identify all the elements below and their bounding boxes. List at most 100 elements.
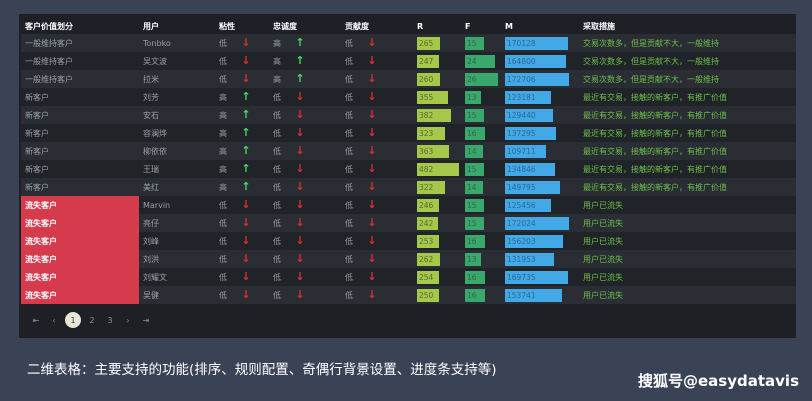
col-header-user[interactable]: 用户 [139, 18, 215, 34]
m-progress-bar: 125456 [505, 198, 551, 212]
table-row[interactable]: 流失客户 刘洪低 ↓ 低 ↓ 低 ↓ 262 13 131953 用户已流失 [21, 250, 796, 268]
arrow-down-icon: ↓ [367, 287, 377, 301]
table-row[interactable]: 流失客户 亮仔低 ↓ 低 ↓ 低 ↓ 242 15 172024 用户已流失 [21, 214, 796, 232]
arrow-down-icon: ↓ [367, 71, 377, 85]
arrow-down-icon: ↓ [367, 233, 377, 247]
arrow-up-icon: ↑ [241, 125, 251, 139]
cell-user: 亮仔 [139, 214, 215, 232]
table-panel: 客户价值划分 用户 粘性 忠诚度 贡献度 R F M 采取措施 一般维持客户 To… [19, 14, 796, 338]
table-row[interactable]: 新客户 刘芳高 ↑ 低 ↓ 低 ↓ 355 13 123181 最近有交易，接触的新客户，有推广价值 [21, 88, 796, 106]
cell-r: 322 [413, 178, 461, 196]
contribution-label: 低 [345, 38, 353, 48]
cell-loyalty: 低 ↓ [269, 232, 341, 250]
r-progress-bar: 242 [417, 216, 438, 230]
r-progress-bar: 246 [417, 198, 439, 212]
cell-m: 129440 [501, 106, 579, 124]
contribution-label: 低 [345, 200, 353, 210]
cell-stickiness: 低 ↓ [215, 250, 269, 268]
contribution-label: 低 [345, 74, 353, 84]
cell-user: 拉米 [139, 70, 215, 88]
last-page-button[interactable]: ⇥ [137, 312, 155, 328]
loyalty-label: 低 [273, 218, 281, 228]
table-row[interactable]: 新客户 王瑞高 ↑ 低 ↓ 低 ↓ 482 15 134846 最近有交易，接触的新客户，有推广价值 [21, 160, 796, 178]
stickiness-label: 低 [219, 74, 227, 84]
cell-user: 容澜烨 [139, 124, 215, 142]
f-progress-bar: 14 [465, 144, 483, 158]
table-row[interactable]: 新客户 安石高 ↑ 低 ↓ 低 ↓ 382 15 129440 最近有交易，接触的新客户，有推广价值 [21, 106, 796, 124]
col-header-m[interactable]: M [501, 18, 579, 34]
cell-action: 用户已流失 [579, 286, 796, 304]
cell-user: 吴健 [139, 286, 215, 304]
table-row[interactable]: 流失客户 刘峰低 ↓ 低 ↓ 低 ↓ 253 16 156203 用户已流失 [21, 232, 796, 250]
cell-user: 刘耀文 [139, 268, 215, 286]
arrow-down-icon: ↓ [241, 215, 251, 229]
cell-stickiness: 高 ↑ [215, 160, 269, 178]
cell-contribution: 低 ↓ [341, 160, 413, 178]
table-row[interactable]: 新客户 柳依依高 ↑ 低 ↓ 低 ↓ 363 14 109711 最近有交易，接触的新客户，有推广价… [21, 142, 796, 160]
col-header-action[interactable]: 采取措施 [579, 18, 796, 34]
m-progress-bar: 149795 [505, 180, 560, 194]
col-header-stickiness[interactable]: 粘性 [215, 18, 269, 34]
cell-m: 131953 [501, 250, 579, 268]
page-button-1[interactable]: 1 [65, 312, 81, 328]
m-progress-bar: 164800 [505, 54, 566, 68]
cell-f: 16 [461, 232, 501, 250]
table-row[interactable]: 新客户 容澜烨高 ↑ 低 ↓ 低 ↓ 323 16 137295 最近有交易，接触的新客户，有推广价… [21, 124, 796, 142]
cell-segment: 流失客户 [21, 250, 139, 268]
cell-m: 169735 [501, 268, 579, 286]
arrow-down-icon: ↓ [295, 215, 305, 229]
col-header-contribution[interactable]: 贡献度 [341, 18, 413, 34]
page-button-2[interactable]: 2 [83, 312, 101, 328]
r-progress-bar: 254 [417, 270, 439, 284]
next-page-button[interactable]: › [119, 312, 137, 328]
cell-user: 柳依依 [139, 142, 215, 160]
cell-contribution: 低 ↓ [341, 250, 413, 268]
first-page-button[interactable]: ⇤ [27, 312, 45, 328]
col-header-loyalty[interactable]: 忠诚度 [269, 18, 341, 34]
m-progress-bar: 129440 [505, 108, 553, 122]
cell-contribution: 低 ↓ [341, 106, 413, 124]
cell-m: 172706 [501, 70, 579, 88]
cell-segment: 流失客户 [21, 214, 139, 232]
cell-action: 用户已流失 [579, 232, 796, 250]
loyalty-label: 低 [273, 146, 281, 156]
cell-f: 15 [461, 106, 501, 124]
cell-r: 254 [413, 268, 461, 286]
cell-r: 247 [413, 52, 461, 70]
page-button-3[interactable]: 3 [101, 312, 119, 328]
cell-action: 交易次数多，但是贡献不大，一般维持 [579, 34, 796, 52]
arrow-down-icon: ↓ [367, 269, 377, 283]
prev-page-button[interactable]: ‹ [45, 312, 63, 328]
arrow-down-icon: ↓ [367, 197, 377, 211]
cell-f: 16 [461, 124, 501, 142]
table-row[interactable]: 一般维持客户 Tonbko 低 ↓ 高 ↑ 低 ↓ 265 15 170128 交易次数多，但是贡献不… [21, 34, 796, 52]
loyalty-label: 低 [273, 182, 281, 192]
loyalty-label: 低 [273, 128, 281, 138]
cell-segment: 一般维持客户 [21, 70, 139, 88]
caption-text: 二维表格：主要支持的功能(排序、规则配置、奇偶行背景设置、进度条支持等) [27, 362, 497, 378]
cell-r: 262 [413, 250, 461, 268]
m-progress-bar: 123181 [505, 90, 551, 104]
cell-f: 13 [461, 88, 501, 106]
table-row[interactable]: 新客户 美红高 ↑ 低 ↓ 低 ↓ 322 14 149795 最近有交易，接触的新客户，有推广价值 [21, 178, 796, 196]
arrow-down-icon: ↓ [241, 233, 251, 247]
cell-m: 172024 [501, 214, 579, 232]
table-row[interactable]: 流失客户 刘耀文低 ↓ 低 ↓ 低 ↓ 254 16 169735 用户已流失 [21, 268, 796, 286]
table-row[interactable]: 一般维持客户 拉米低 ↓ 高 ↑ 低 ↓ 260 26 172706 交易次数多，但是贡献不大，一般… [21, 70, 796, 88]
cell-stickiness: 低 ↓ [215, 52, 269, 70]
f-progress-bar: 16 [465, 288, 485, 302]
cell-action: 最近有交易，接触的新客户，有推广价值 [579, 106, 796, 124]
col-header-r[interactable]: R [413, 18, 461, 34]
table-row[interactable]: 流失客户 吴健低 ↓ 低 ↓ 低 ↓ 250 16 153741 用户已流失 [21, 286, 796, 304]
col-header-f[interactable]: F [461, 18, 501, 34]
f-progress-bar: 13 [465, 252, 481, 266]
col-header-segment[interactable]: 客户价值划分 [21, 18, 139, 34]
arrow-up-icon: ↑ [295, 53, 305, 67]
table-row[interactable]: 流失客户 Marvin 低 ↓ 低 ↓ 低 ↓ 246 15 125456 用户已流失 [21, 196, 796, 214]
cell-stickiness: 低 ↓ [215, 268, 269, 286]
loyalty-label: 高 [273, 38, 281, 48]
r-progress-bar: 322 [417, 180, 445, 194]
arrow-up-icon: ↑ [241, 107, 251, 121]
f-progress-bar: 13 [465, 90, 481, 104]
table-row[interactable]: 一般维持客户 吴文波低 ↓ 高 ↑ 低 ↓ 247 24 164800 交易次数多，但是贡献不大，一… [21, 52, 796, 70]
